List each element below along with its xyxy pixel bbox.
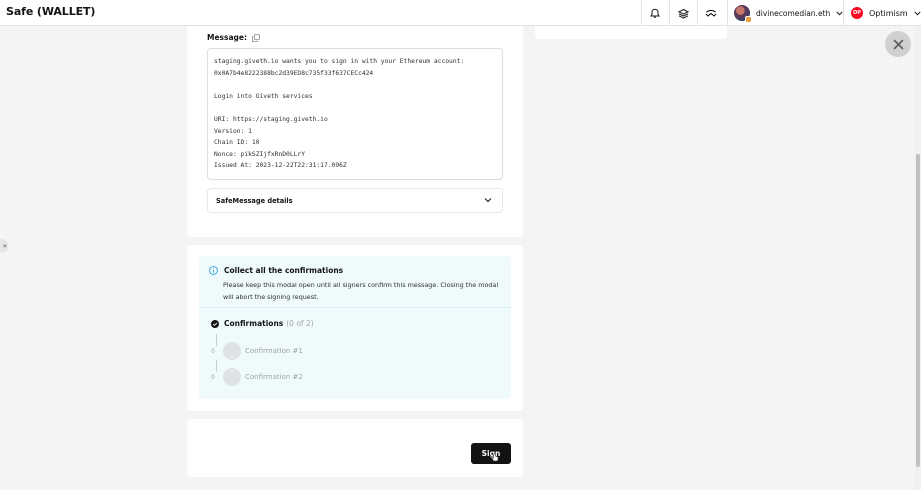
network-name: Optimism	[869, 8, 908, 18]
confirmation-label: Confirmation #1	[245, 347, 303, 355]
info-text: Please keep this modal open until all si…	[223, 281, 499, 301]
confirmations-title: Confirmations	[224, 319, 284, 328]
confirmation-item: 0 Confirmation #2	[211, 368, 303, 386]
sign-button[interactable]: Sign	[471, 443, 511, 464]
divider	[199, 307, 511, 308]
chevron-down-icon	[914, 11, 921, 15]
account-name: divinecomedian.eth	[756, 8, 831, 18]
confirmation-label: Confirmation #2	[245, 373, 303, 381]
summary-card	[535, 26, 727, 39]
sidebar-expand-button[interactable]: »	[0, 239, 8, 253]
signer-avatar	[223, 342, 241, 360]
info-icon	[209, 266, 218, 275]
sign-card: Sign	[187, 419, 523, 477]
chevron-down-icon	[484, 198, 492, 203]
close-icon	[893, 39, 903, 49]
app-title: Safe (WALLET)	[6, 5, 96, 18]
confirmations-count: (0 of 2)	[286, 319, 314, 328]
message-label-row: Message:	[207, 33, 260, 42]
check-circle-icon	[211, 319, 219, 328]
hand-cursor-icon	[491, 453, 499, 462]
scrollbar-thumb[interactable]	[916, 154, 920, 467]
stack-icon[interactable]	[676, 6, 690, 20]
bell-icon[interactable]	[648, 6, 662, 20]
message-text: staging.giveth.io wants you to sign in w…	[207, 48, 503, 180]
divider	[727, 0, 728, 26]
copy-icon[interactable]	[252, 33, 260, 42]
confirmation-item: 0 Confirmation #1	[211, 342, 303, 360]
confirmations-panel: Collect all the confirmations Please kee…	[199, 256, 511, 399]
message-card: Message: staging.giveth.io wants you to …	[187, 26, 523, 237]
account-menu[interactable]: divinecomedian.eth	[734, 4, 843, 23]
divider	[641, 0, 642, 26]
network-selector[interactable]: OP Optimism	[851, 6, 921, 20]
confirmation-status: 0	[211, 347, 215, 355]
divider	[843, 0, 844, 26]
close-button[interactable]	[885, 31, 911, 57]
divider	[697, 0, 698, 26]
top-bar: Safe (WALLET) divinecomedian.eth OP Opti…	[0, 0, 921, 26]
double-chevron-right-icon: »	[2, 242, 7, 250]
wallet-badge	[745, 16, 752, 23]
accordion-label: SafeMessage details	[216, 196, 293, 205]
confirmations-header: Confirmations (0 of 2)	[211, 319, 314, 328]
confirmation-status: 0	[211, 373, 215, 381]
signer-avatar	[223, 368, 241, 386]
safemessage-details-accordion[interactable]: SafeMessage details	[207, 188, 503, 213]
avatar	[734, 5, 752, 23]
message-label: Message:	[207, 33, 247, 42]
confirmations-card: Collect all the confirmations Please kee…	[187, 245, 523, 411]
optimism-logo-icon: OP	[851, 7, 863, 19]
info-title: Collect all the confirmations	[224, 266, 344, 275]
walletconnect-icon[interactable]	[704, 6, 718, 20]
scrollbar[interactable]	[915, 26, 921, 490]
divider	[669, 0, 670, 26]
info-header: Collect all the confirmations	[209, 266, 343, 275]
